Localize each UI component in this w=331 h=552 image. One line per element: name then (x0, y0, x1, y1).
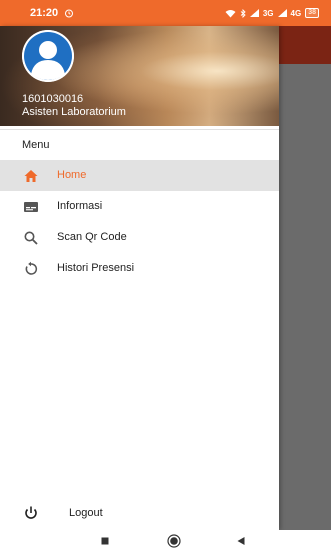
drawer-header: 1601030016 Asisten Laboratorium (0, 26, 279, 126)
user-role: Asisten Laboratorium (22, 106, 126, 118)
system-navigation-bar (0, 530, 331, 552)
nav-item-home[interactable]: Home (0, 160, 279, 191)
signal-icon-2 (277, 9, 287, 17)
divider (0, 129, 279, 130)
bluetooth-icon (240, 8, 246, 18)
status-icons: 3G 4G 38 (225, 8, 319, 18)
nav-item-label: Scan Qr Code (57, 231, 127, 243)
navigation-drawer: 1601030016 Asisten Laboratorium Menu Hom… (0, 26, 279, 530)
recents-icon[interactable] (100, 536, 110, 546)
menu-title: Menu (22, 139, 50, 151)
nav-item-label: Home (57, 169, 87, 181)
nav-item-scan-qr[interactable]: Scan Qr Code (0, 222, 279, 253)
status-bar: 21:20 3G 4G 38 (0, 0, 331, 26)
history-icon (25, 261, 38, 275)
nav-item-label: Informasi (57, 200, 103, 212)
battery-icon: 38 (305, 8, 319, 18)
network-3g: 3G (262, 8, 274, 18)
drawer-scrim[interactable] (279, 64, 331, 530)
search-icon (24, 231, 38, 245)
power-icon (25, 506, 37, 519)
status-time: 21:20 (30, 7, 59, 19)
nav-item-informasi[interactable]: Informasi (0, 191, 279, 222)
home-icon (24, 170, 38, 182)
avatar (22, 30, 74, 82)
card-icon (24, 202, 38, 212)
logout-button[interactable]: Logout (0, 500, 279, 526)
network-4g: 4G (290, 8, 302, 18)
back-icon[interactable] (236, 536, 246, 546)
user-id: 1601030016 (22, 93, 84, 105)
wifi-icon (225, 9, 236, 17)
user-avatar-icon (22, 30, 74, 82)
home-circle-icon[interactable] (167, 534, 181, 548)
logout-label: Logout (69, 507, 103, 519)
nav-item-histori[interactable]: Histori Presensi (0, 253, 279, 284)
nav-item-label: Histori Presensi (57, 262, 135, 274)
signal-icon (249, 9, 259, 17)
alarm-icon (65, 9, 74, 18)
app-toolbar-behind (279, 26, 331, 64)
